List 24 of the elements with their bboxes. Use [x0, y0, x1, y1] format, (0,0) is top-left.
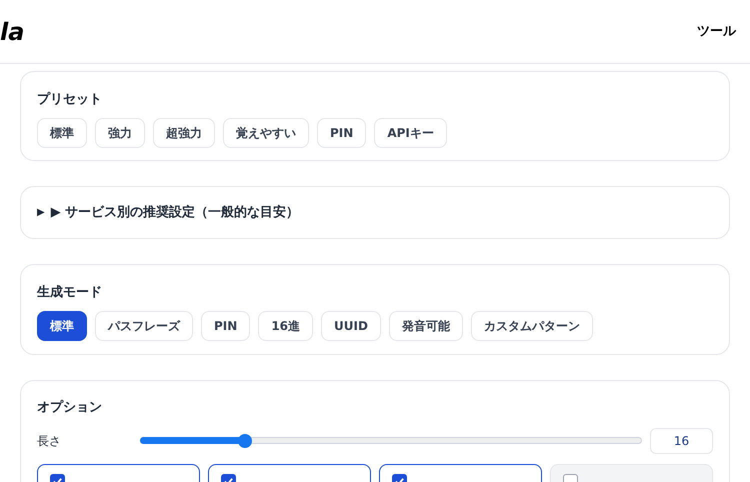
mode-button[interactable]: 発音可能 — [388, 310, 463, 340]
mode-button[interactable]: カスタムパターン — [470, 310, 593, 340]
card-title: オプション — [37, 398, 103, 417]
length-label: 長さ — [37, 432, 62, 450]
card-title: プリセット — [37, 90, 103, 109]
preset-button[interactable]: 超強力 — [153, 118, 215, 148]
recommendation-card[interactable]: ▶ ▶ サービス別の推奨設定（一般的な目安） — [20, 186, 730, 239]
mode-button[interactable]: UUID — [321, 310, 381, 340]
mode-button[interactable]: PIN — [201, 310, 250, 340]
nav-link[interactable]: ツール — [697, 22, 736, 42]
disclosure-marker: ▶ — [37, 206, 45, 220]
preset-button[interactable]: PIN — [317, 118, 366, 148]
mode-button[interactable]: 標準 — [37, 310, 87, 340]
preset-button[interactable]: 標準 — [37, 118, 87, 148]
card-title: 生成モード — [37, 284, 103, 302]
length-input[interactable]: 16 — [650, 428, 713, 454]
length-slider[interactable] — [140, 432, 642, 448]
section-title: ▶ サービス別の推奨設定（一般的な目安） — [50, 204, 300, 222]
mode-button[interactable]: パスフレーズ — [95, 310, 193, 340]
logo[interactable]: la — [0, 14, 24, 50]
preset-button[interactable]: 覚えやすい — [223, 118, 309, 148]
preset-button[interactable]: APIキー — [374, 118, 447, 148]
preset-button[interactable]: 強力 — [95, 118, 145, 148]
mode-button[interactable]: 16進 — [258, 310, 314, 340]
